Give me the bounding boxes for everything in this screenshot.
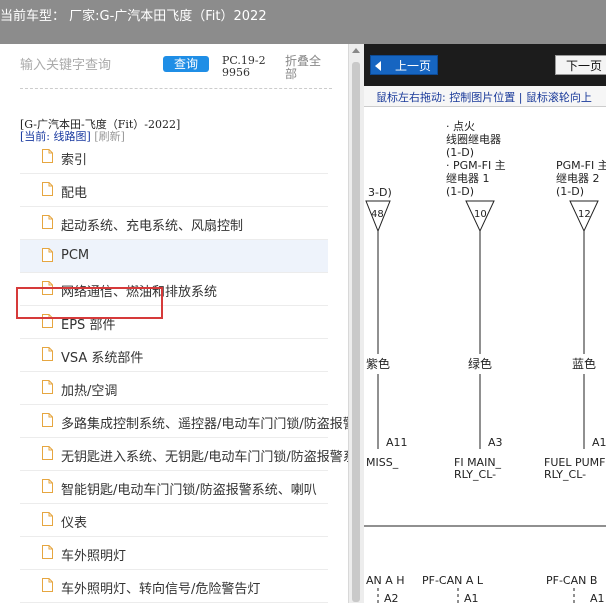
vehicle-title: 当前车型： 厂家:G-广汽本田飞度（Fit）2022 [0, 9, 267, 24]
pin-number: 10 [474, 209, 487, 220]
collapse-all-link[interactable]: 折叠全部 [285, 55, 327, 81]
tree-item-label: 无钥匙进入系统、无钥匙/电动车门门锁/防盗报警系 [61, 450, 350, 465]
next-page-button[interactable]: 下一页 [555, 55, 606, 75]
bus-label: PF-CAN A L [422, 574, 484, 587]
col1-line: (1-D) [446, 185, 474, 198]
tree-item-label: 加热/空调 [61, 384, 118, 399]
search-input[interactable] [20, 56, 150, 74]
bus-label: AN A H [366, 574, 405, 587]
wire-color: 蓝色 [572, 357, 596, 371]
document-icon [42, 314, 53, 328]
tree-item[interactable]: 多路集成控制系统、遥控器/电动车门门锁/防盗报警 [20, 405, 350, 438]
document-icon [42, 545, 53, 559]
tree-item[interactable]: 车外照明灯 [20, 537, 328, 570]
col2-line: PGM-FI 主 [556, 159, 606, 172]
diagram-viewer: 上一页 下一页 鼠标左右拖动: 控制图片位置 | 鼠标滚轮向上 3-D) · 点… [364, 44, 606, 603]
tree-item-label: 智能钥匙/电动车门门锁/防盗报警系统、喇叭 [61, 483, 317, 498]
terminal-label: A3 [488, 436, 503, 449]
bus-terminal: A1 [590, 592, 605, 603]
tree-item[interactable]: 智能钥匙/电动车门门锁/防盗报警系统、喇叭 [20, 471, 328, 504]
tree-item[interactable]: PCM [20, 240, 328, 273]
tree-item-label: VSA 系统部件 [61, 351, 144, 366]
next-page-label: 下一页 [566, 59, 603, 73]
col1-line: 继电器 1 [446, 172, 490, 185]
prev-page-label: 上一页 [394, 59, 431, 73]
arrow-left-icon [375, 61, 381, 71]
divider [20, 88, 332, 89]
tree-item-label: 网络通信、燃油和排放系统 [61, 285, 218, 300]
document-icon [42, 182, 53, 196]
left-panel: 查询 PC.19-29956 折叠全部 [G-广汽本田-飞度（Fit）-2022… [0, 44, 350, 603]
wiring-diagram[interactable]: 3-D) · 点火 线圈继电器 (1-D) · PGM-FI 主 继电器 1 (… [364, 106, 606, 603]
document-icon [42, 281, 53, 295]
terminal-label: A11 [386, 436, 408, 449]
document-icon [42, 512, 53, 526]
prev-page-button[interactable]: 上一页 [370, 55, 438, 75]
tree-item[interactable]: 网络通信、燃油和排放系统 [20, 273, 328, 306]
scrollbar[interactable] [348, 44, 364, 603]
tree-item-label: 车外照明灯、转向信号/危险警告灯 [61, 582, 261, 597]
document-icon [42, 347, 53, 361]
pin-number: 12 [578, 209, 591, 220]
document-icon [42, 248, 53, 262]
scroll-thumb[interactable] [352, 62, 360, 602]
top-bar: 当前车型： 厂家:G-广汽本田飞度（Fit）2022 [0, 0, 606, 44]
col1-line: · 点火 [446, 120, 475, 133]
col2-line: (1-D) [556, 185, 584, 198]
signal-label: RLY_CL- [544, 468, 586, 481]
left-partial-label: 3-D) [368, 186, 392, 199]
viewer-toolbar: 上一页 下一页 [364, 44, 606, 86]
viewer-hint: 鼠标左右拖动: 控制图片位置 | 鼠标滚轮向上 [364, 86, 606, 107]
document-icon [42, 413, 53, 427]
tree-item-label: 起动系统、充电系统、风扇控制 [61, 219, 244, 234]
hint-text: 鼠标左右拖动: 控制图片位置 | 鼠标滚轮向上 [376, 91, 592, 104]
col2-line: 继电器 2 [556, 172, 600, 185]
bus-terminal: A2 [384, 592, 399, 603]
tree-item[interactable]: EPS 部件 [20, 306, 328, 339]
query-button[interactable]: 查询 [163, 56, 209, 72]
col1-line: · PGM-FI 主 [446, 159, 506, 172]
col2-title: PGM-FI 主 继电器 2 (1-D) [556, 159, 606, 198]
bus-terminal: A1 [464, 592, 479, 603]
tree-item-label: 索引 [61, 153, 88, 168]
tree-item[interactable]: 索引 [20, 141, 328, 174]
tree-item[interactable]: 配电 [20, 174, 328, 207]
col1-line: 线圈继电器 [446, 132, 501, 146]
tree-item-label: 车外照明灯 [61, 549, 127, 564]
scroll-up-arrow-icon[interactable] [352, 48, 360, 53]
col1-line: (1-D) [446, 146, 474, 159]
bus-label: PF-CAN B [546, 574, 597, 587]
tree-item[interactable]: 起动系统、充电系统、风扇控制 [20, 207, 328, 240]
document-icon [42, 149, 53, 163]
document-icon [42, 578, 53, 592]
col1-title: · 点火 线圈继电器 (1-D) · PGM-FI 主 继电器 1 (1-D) [446, 120, 506, 198]
pin-number: 48 [371, 209, 384, 220]
tree-item-label: 仪表 [61, 516, 88, 531]
tree-item[interactable]: VSA 系统部件 [20, 339, 328, 372]
tree-item-label: 多路集成控制系统、遥控器/电动车门门锁/防盗报警 [61, 417, 350, 432]
tree-item[interactable]: 车外照明灯、转向信号/危险警告灯 [20, 570, 328, 603]
tree-item[interactable]: 加热/空调 [20, 372, 328, 405]
document-icon [42, 446, 53, 460]
document-icon [42, 215, 53, 229]
pc-code: PC.19-29956 [222, 54, 266, 79]
wire-color: 紫色 [366, 357, 390, 371]
tree-list: 索引配电起动系统、充电系统、风扇控制 PCM 网络通信、燃油和排放系统 EPS 部件 V… [20, 141, 350, 603]
tree-item-label: PCM [61, 248, 90, 263]
signal-label: RLY_CL- [454, 468, 496, 481]
terminal-label: A1 [592, 436, 606, 449]
tree-item[interactable]: 仪表 [20, 504, 328, 537]
wire-color: 绿色 [468, 356, 492, 371]
tree-item-label: 配电 [61, 186, 88, 201]
signal-label: MISS_ [366, 456, 399, 469]
document-icon [42, 380, 53, 394]
tree-item[interactable]: 无钥匙进入系统、无钥匙/电动车门门锁/防盗报警系 [20, 438, 350, 471]
document-icon [42, 479, 53, 493]
tree-item-label: EPS 部件 [61, 318, 116, 333]
